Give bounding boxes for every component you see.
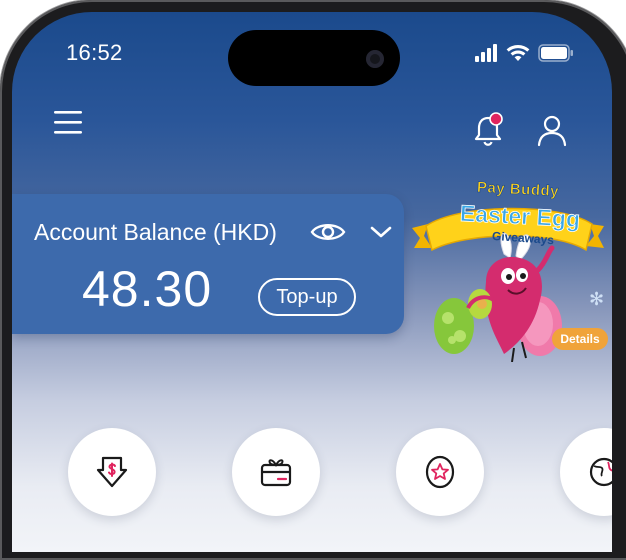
star-badge-icon	[425, 455, 455, 489]
gift-card-button[interactable]	[232, 428, 320, 516]
balance-card: Account Balance (HKD) 48.30 Top-up	[12, 194, 404, 334]
notification-dot	[489, 112, 503, 126]
chevron-down-icon[interactable]	[370, 224, 392, 240]
menu-icon[interactable]	[52, 108, 86, 138]
app-screen: 16:52 Account Balance (HKD) 48.30 Top-up…	[12, 12, 612, 552]
receive-money-button[interactable]	[68, 428, 156, 516]
phone-frame: 16:52 Account Balance (HKD) 48.30 Top-up…	[0, 0, 626, 560]
user-profile-icon[interactable]	[534, 112, 570, 148]
balance-label: Account Balance (HKD)	[34, 219, 277, 245]
front-camera	[366, 50, 384, 68]
globe-button[interactable]	[560, 428, 612, 516]
battery-icon	[538, 44, 573, 62]
status-icons	[474, 42, 574, 64]
globe-icon	[589, 457, 612, 487]
eye-icon[interactable]	[310, 220, 346, 244]
receive-money-icon	[96, 456, 128, 488]
status-time: 16:52	[66, 40, 123, 65]
balance-amount: 48.30	[82, 261, 213, 317]
rewards-button[interactable]	[396, 428, 484, 516]
sparkle-icon: ✻	[589, 289, 605, 309]
gift-card-icon	[260, 459, 292, 487]
wifi-icon	[506, 45, 530, 61]
signal-icon	[475, 44, 497, 62]
notification-bell-icon[interactable]	[470, 112, 506, 148]
topup-button[interactable]: Top-up	[258, 278, 356, 316]
promo-details-button[interactable]: Details	[552, 328, 608, 350]
